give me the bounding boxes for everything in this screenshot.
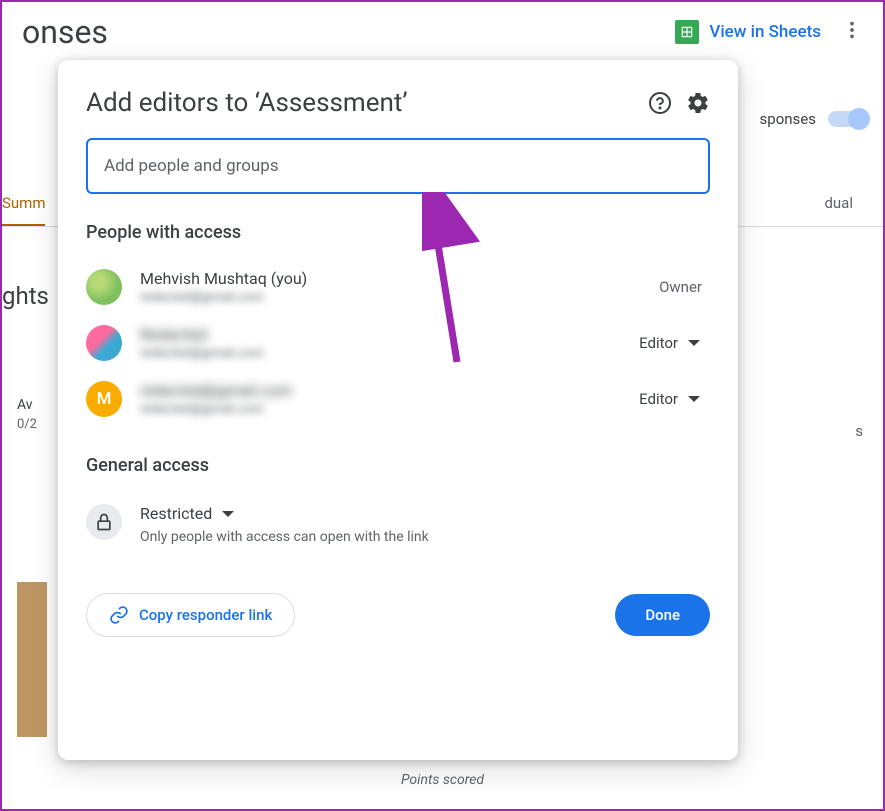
person-row: M redacted@gmail.com redacted@gmail.com … <box>86 371 710 427</box>
chevron-down-icon <box>222 511 234 517</box>
access-description: Only people with access can open with th… <box>140 529 710 545</box>
dialog-title: Add editors to ‘Assessment’ <box>86 88 408 118</box>
gear-icon[interactable] <box>686 91 710 115</box>
copy-link-button[interactable]: Copy responder link <box>86 593 295 637</box>
chevron-down-icon <box>688 340 700 346</box>
responses-toggle-label: sponses <box>760 110 816 128</box>
tab-individual[interactable]: dual <box>824 182 883 226</box>
avatar <box>86 269 122 305</box>
link-icon <box>109 605 129 625</box>
access-mode-label: Restricted <box>140 504 212 523</box>
insights-heading: ghts <box>2 282 49 310</box>
more-icon[interactable] <box>841 19 863 45</box>
bg-page-title: onses <box>22 13 108 51</box>
role-owner: Owner <box>659 278 702 296</box>
person-email: redacted@gmail.com <box>140 290 659 305</box>
avatar: M <box>86 381 122 417</box>
person-name: Redacted <box>140 325 629 344</box>
responses-toggle[interactable] <box>828 111 868 127</box>
share-dialog: Add editors to ‘Assessment’ People with … <box>58 60 738 760</box>
copy-link-label: Copy responder link <box>139 606 272 624</box>
tab-summary[interactable]: Summ <box>2 182 45 226</box>
chart-bar <box>17 582 47 737</box>
avatar <box>86 325 122 361</box>
done-button[interactable]: Done <box>615 594 710 636</box>
help-icon[interactable] <box>648 91 672 115</box>
access-mode-dropdown[interactable]: Restricted <box>140 504 710 523</box>
person-row: Redacted redacted@gmail.com Editor <box>86 315 710 371</box>
person-row: Mehvish Mushtaq (you) redacted@gmail.com… <box>86 259 710 315</box>
chevron-down-icon <box>688 396 700 402</box>
person-name: Mehvish Mushtaq (you) <box>140 269 659 288</box>
lock-icon <box>86 504 122 540</box>
person-name: redacted@gmail.com <box>140 381 629 400</box>
person-email: redacted@gmail.com <box>140 402 629 417</box>
add-people-input[interactable] <box>86 138 710 194</box>
role-dropdown[interactable]: Editor <box>629 384 710 414</box>
points-scored-label: Points scored <box>401 772 484 788</box>
role-label: Editor <box>639 390 678 408</box>
person-email: redacted@gmail.com <box>140 346 629 361</box>
people-access-heading: People with access <box>86 222 710 243</box>
role-dropdown[interactable]: Editor <box>629 328 710 358</box>
view-sheets-label: View in Sheets <box>709 22 821 42</box>
stat-right: s <box>855 422 863 440</box>
view-in-sheets-button[interactable]: View in Sheets <box>675 20 821 44</box>
general-access-row: Restricted Only people with access can o… <box>86 492 710 557</box>
general-access-heading: General access <box>86 455 710 476</box>
stat-average-label: Av <box>17 397 37 413</box>
role-label: Editor <box>639 334 678 352</box>
sheets-icon <box>675 20 699 44</box>
stat-average-value: 0/2 <box>17 417 37 432</box>
